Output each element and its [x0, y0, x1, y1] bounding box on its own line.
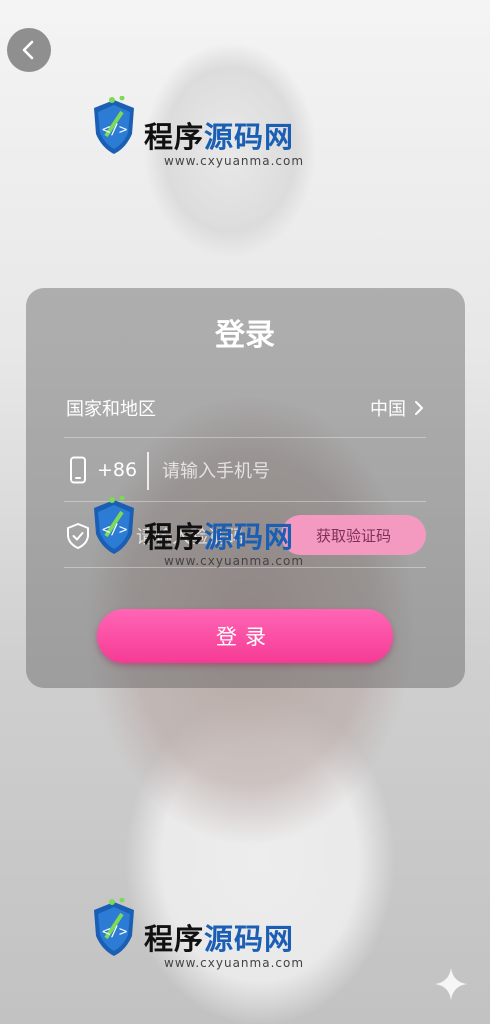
shield-check-icon — [67, 523, 89, 549]
phone-separator — [147, 452, 149, 490]
divider-phone — [64, 501, 426, 502]
divider-code — [64, 567, 426, 568]
region-label: 国家和地区 — [66, 399, 156, 420]
region-selector[interactable]: 中国 — [370, 395, 424, 421]
login-title: 登录 — [215, 318, 275, 353]
get-code-button[interactable]: 获取验证码 — [281, 515, 426, 555]
phone-input[interactable] — [160, 452, 424, 490]
login-submit-button[interactable]: 登录 — [97, 609, 393, 663]
back-button[interactable] — [7, 28, 51, 72]
verification-code-input[interactable] — [134, 518, 278, 556]
region-value: 中国 — [370, 399, 406, 420]
back-arrow-icon — [22, 40, 34, 60]
chevron-right-icon — [415, 401, 423, 415]
divider-region — [64, 437, 426, 438]
sparkle-icon — [435, 968, 467, 1000]
phone-icon — [70, 456, 86, 484]
phone-country-code[interactable]: +86 — [97, 459, 137, 481]
